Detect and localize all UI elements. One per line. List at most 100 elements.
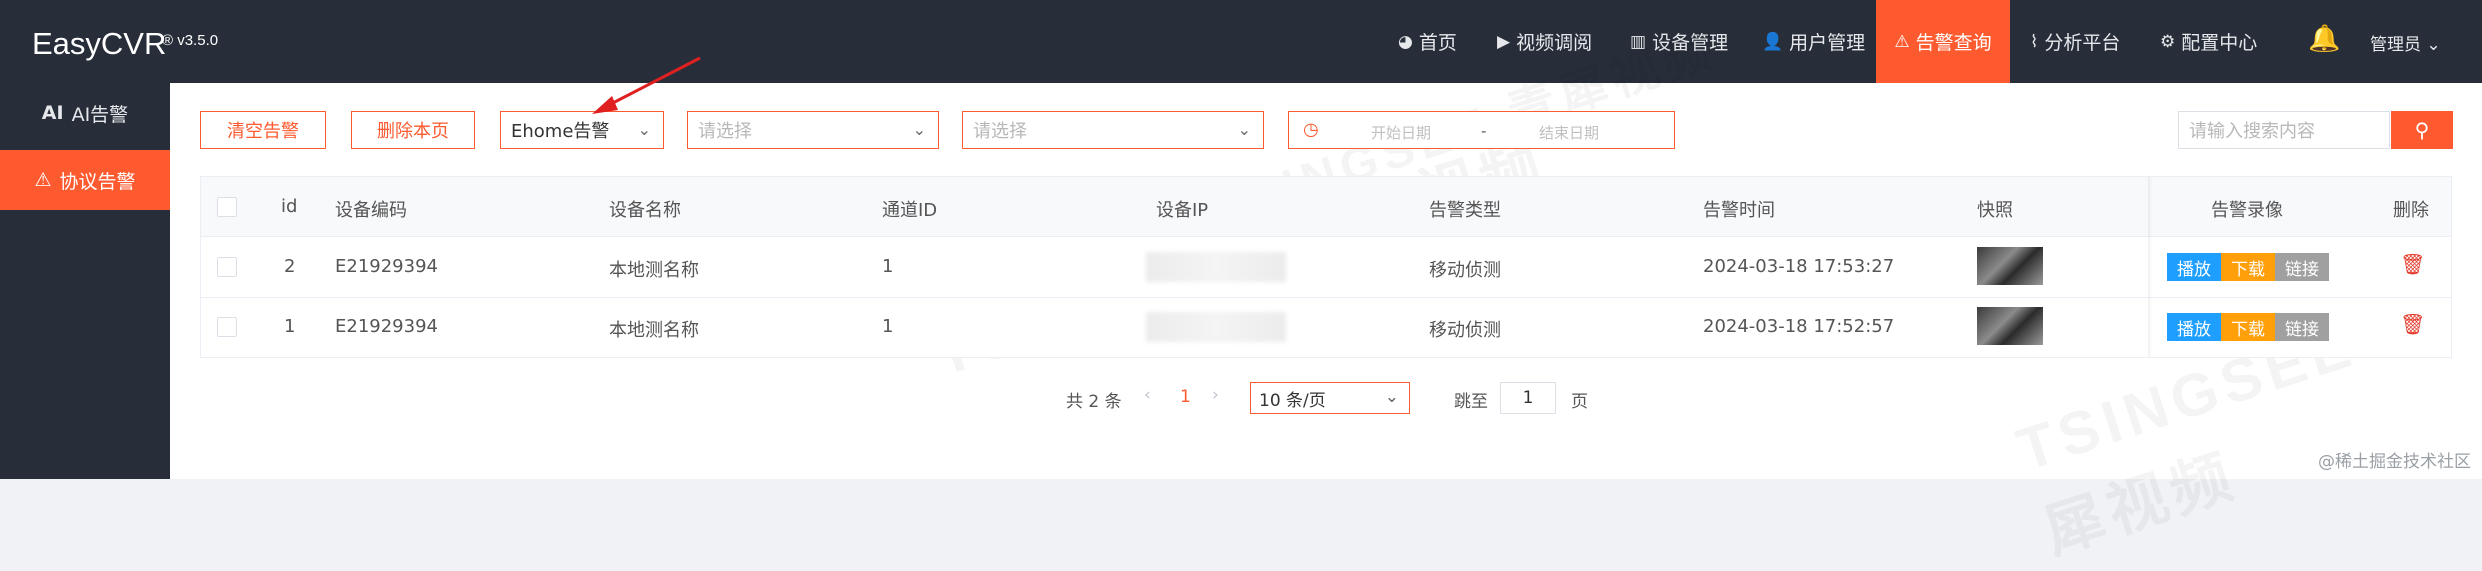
trash-icon[interactable]: 🗑 [2400, 252, 2425, 276]
nav-video[interactable]: ▶ 视频调阅 [1497, 0, 1592, 83]
cell-id: 2 [284, 256, 296, 277]
nav-label: 告警查询 [1915, 32, 1992, 54]
column-header: 设备名称 [609, 200, 681, 221]
row-checkbox[interactable] [217, 257, 237, 277]
cell-alarm-time: 2024-03-18 17:53:27 [1703, 256, 1895, 277]
column-header: 告警录像 [2211, 200, 2283, 221]
link-button[interactable]: 链接 [2275, 313, 2329, 341]
column-header: 删除 [2393, 200, 2429, 221]
delete-page-button[interactable]: 删除本页 [351, 111, 475, 149]
cell-id: 1 [284, 316, 296, 337]
ai-icon: AI [41, 102, 64, 124]
sidebar-item-protocol-alarm[interactable]: ⚠ 协议告警 [0, 150, 170, 210]
link-button[interactable]: 链接 [2275, 253, 2329, 281]
download-button[interactable]: 下载 [2221, 313, 2275, 341]
end-date-input[interactable]: 结束日期 [1539, 122, 1599, 143]
cell-device-name: 本地测名称 [609, 320, 699, 341]
chevron-down-icon: ⌄ [2426, 35, 2441, 55]
next-page-icon[interactable]: › [1212, 385, 1219, 405]
cell-alarm-time: 2024-03-18 17:52:57 [1703, 316, 1895, 337]
filter-select-1[interactable]: 请选择 ⌄ [687, 111, 939, 149]
prev-page-icon[interactable]: ‹ [1144, 385, 1151, 405]
search-icon: ⚲ [2414, 118, 2430, 142]
goto-page-input[interactable]: 1 [1500, 382, 1556, 414]
protocol-select-value: Ehome告警 [511, 121, 610, 142]
cell-device-code: E21929394 [335, 256, 438, 277]
download-button[interactable]: 下载 [2221, 253, 2275, 281]
cell-alarm-type: 移动侦测 [1429, 260, 1501, 281]
select-placeholder: 请选择 [973, 121, 1027, 142]
pulse-icon: ⌇ [2030, 31, 2039, 52]
page-size-select[interactable]: 10 条/页 ⌄ [1250, 382, 1410, 414]
select-placeholder: 请选择 [698, 121, 752, 142]
column-header: 告警类型 [1429, 200, 1501, 221]
nav-config[interactable]: ⚙ 配置中心 [2160, 0, 2257, 83]
column-header: 通道ID [882, 200, 938, 221]
cell-device-ip-redacted [1146, 252, 1286, 282]
gear-icon: ⚙ [2160, 31, 2176, 52]
play-button[interactable]: 播放 [2167, 313, 2221, 341]
start-date-input[interactable]: 开始日期 [1371, 122, 1431, 143]
nav-label: 首页 [1418, 32, 1457, 54]
page-unit-label: 页 [1571, 392, 1588, 412]
page-number-current[interactable]: 1 [1180, 387, 1191, 407]
cell-channel-id: 1 [882, 316, 894, 337]
date-range-picker[interactable]: ◷ 开始日期 - 结束日期 [1288, 111, 1675, 149]
play-button[interactable]: 播放 [2167, 253, 2221, 281]
column-header: 设备IP [1156, 200, 1209, 221]
table-row: 2 E21929394 本地测名称 1 移动侦测 2024-03-18 17:5… [201, 237, 2451, 298]
nav-alarms[interactable]: ⚠ 告警查询 [1876, 0, 2010, 83]
protocol-select[interactable]: Ehome告警 ⌄ [500, 111, 664, 149]
nav-label: 视频调阅 [1516, 32, 1593, 54]
column-header: 告警时间 [1703, 200, 1775, 221]
fixed-column-divider [2148, 177, 2152, 357]
app-logo[interactable]: EasyCVR [32, 26, 166, 62]
chevron-down-icon: ⌄ [912, 120, 926, 139]
sidebar-item-ai-alarm[interactable]: AI AI告警 [0, 83, 170, 143]
alarm-icon: ⚠ [34, 169, 52, 191]
play-icon: ▶ [1497, 31, 1511, 52]
trash-icon[interactable]: 🗑 [2400, 312, 2425, 336]
snapshot-thumbnail[interactable] [1977, 247, 2043, 285]
chevron-down-icon: ⌄ [1384, 387, 1399, 407]
chevron-down-icon: ⌄ [1237, 120, 1251, 139]
nav-label: 配置中心 [2181, 32, 2258, 54]
nav-users[interactable]: 👤 用户管理 [1762, 0, 1865, 83]
clock-icon: ◷ [1303, 119, 1319, 140]
nav-analysis[interactable]: ⌇ 分析平台 [2030, 0, 2120, 83]
goto-label: 跳至 [1454, 392, 1488, 412]
filter-select-2[interactable]: 请选择 ⌄ [962, 111, 1264, 149]
nav-label: 设备管理 [1652, 32, 1729, 54]
nav-label: 分析平台 [2044, 32, 2121, 54]
user-name: 管理员 [2370, 35, 2421, 55]
sidebar-item-label: 协议告警 [59, 170, 136, 193]
row-checkbox[interactable] [217, 317, 237, 337]
column-header: 设备编码 [335, 200, 407, 221]
cell-device-name: 本地测名称 [609, 260, 699, 281]
snapshot-thumbnail[interactable] [1977, 307, 2043, 345]
select-all-checkbox[interactable] [217, 197, 237, 217]
cell-alarm-type: 移动侦测 [1429, 320, 1501, 341]
nav-devices[interactable]: ▥ 设备管理 [1630, 0, 1728, 83]
alarm-table: id 设备编码 设备名称 通道ID 设备IP 告警类型 告警时间 快照 告警录像… [200, 176, 2452, 358]
date-separator: - [1481, 122, 1487, 140]
user-menu[interactable]: 管理员 ⌄ [2370, 30, 2441, 55]
bell-icon[interactable]: 🔔 [2308, 24, 2340, 54]
table-header: id 设备编码 设备名称 通道ID 设备IP 告警类型 告警时间 快照 告警录像… [201, 177, 2451, 237]
nav-home[interactable]: ◕ 首页 [1398, 0, 1457, 83]
search-button[interactable]: ⚲ [2391, 111, 2453, 149]
pagination-total: 共 2 条 [1066, 392, 1122, 412]
table-row: 1 E21929394 本地测名称 1 移动侦测 2024-03-18 17:5… [201, 297, 2451, 358]
app-version: ® v3.5.0 [162, 32, 219, 49]
cell-channel-id: 1 [882, 256, 894, 277]
source-credit: @稀土掘金技术社区 [2318, 452, 2471, 472]
top-navbar: EasyCVR ® v3.5.0 ◕ 首页 ▶ 视频调阅 ▥ 设备管理 👤 用户… [0, 0, 2482, 83]
dashboard-icon: ◕ [1398, 31, 1413, 52]
clear-alarms-button[interactable]: 清空告警 [200, 111, 326, 149]
search-input[interactable]: 请输入搜索内容 [2178, 111, 2390, 149]
column-header: 快照 [1977, 200, 2013, 221]
cell-device-ip-redacted [1146, 312, 1286, 342]
sidebar: AI AI告警 ⚠ 协议告警 [0, 83, 170, 479]
sidebar-item-label: AI告警 [71, 103, 129, 126]
nav-label: 用户管理 [1789, 32, 1866, 54]
